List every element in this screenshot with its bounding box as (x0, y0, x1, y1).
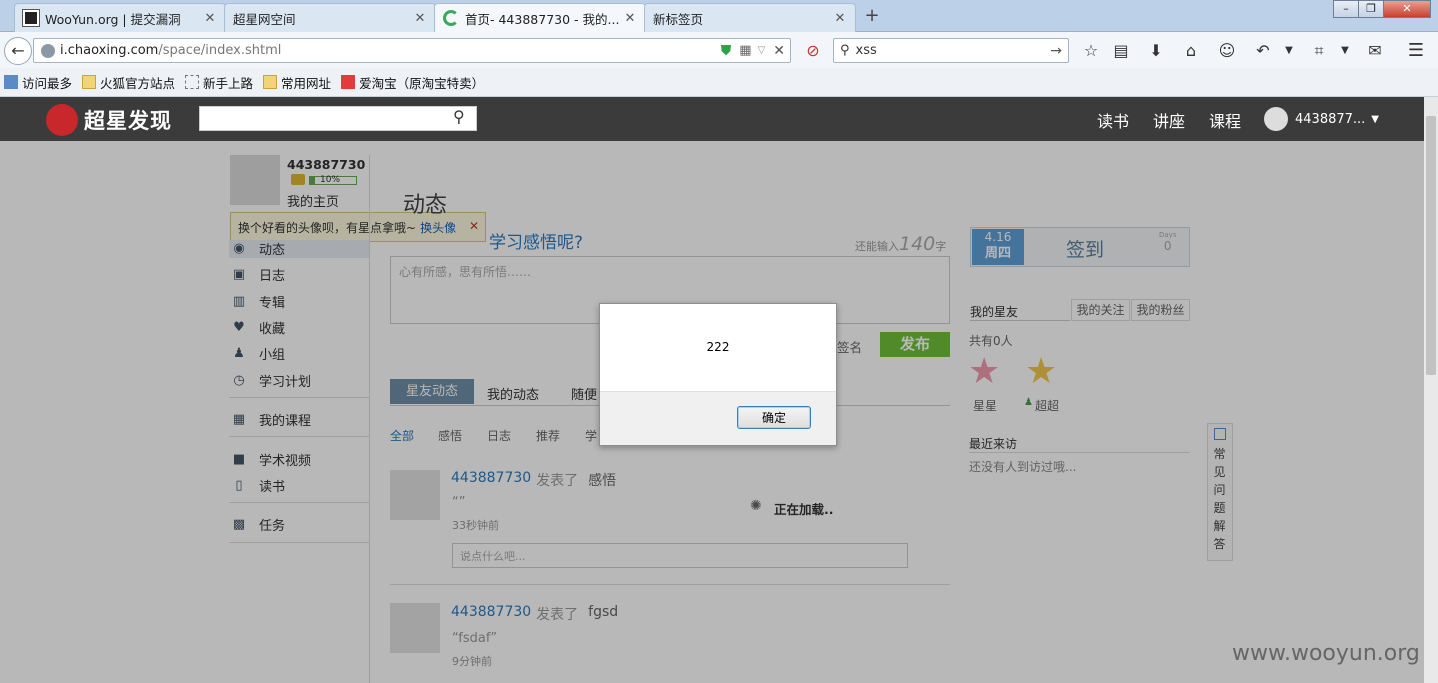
site-logo[interactable]: 超星发现 (46, 104, 172, 136)
site-search-icon[interactable]: ⚲ (453, 107, 465, 126)
taobao-icon (341, 75, 356, 89)
bookmarks-bar: 访问最多 火狐官方站点 新手上路 常用网址 爱淘宝（原淘宝特卖） (0, 68, 1438, 97)
home-icon[interactable]: ⌂ (1180, 40, 1202, 62)
back-arrow-icon[interactable]: ← (4, 37, 32, 65)
alert-dialog: 222 确定 (599, 303, 837, 446)
bookmark-label: 访问最多 (22, 75, 73, 91)
chaoxing-logo-icon (46, 104, 78, 136)
search-input-value: xss (855, 43, 877, 58)
bookmark-firefox-site[interactable]: 火狐官方站点 (82, 73, 175, 92)
wooyun-favicon-icon (23, 10, 39, 26)
chevron-down-icon: ▼ (1371, 113, 1379, 125)
close-tab-icon[interactable]: ✕ (833, 11, 847, 26)
address-bar[interactable]: i.chaoxing.com/space/index.shtml ⛊ ▦ ▽ ✕ (33, 38, 791, 63)
tab-title: WooYun.org | 提交漏洞 (45, 11, 181, 27)
tab-wooyun[interactable]: WooYun.org | 提交漏洞 ✕ (14, 3, 226, 32)
tab-chaoxing-space[interactable]: 超星网空间 ✕ (224, 3, 436, 32)
download-icon[interactable]: ⬇ (1145, 40, 1167, 62)
bookmark-star-icon[interactable]: ☆ (1080, 40, 1102, 62)
stop-icon[interactable]: ✕ (773, 43, 785, 59)
crop-icon[interactable]: ⌗ (1308, 40, 1330, 62)
chat-icon[interactable]: ☺ (1216, 40, 1238, 62)
user-menu[interactable]: 4438877... ▼ (1264, 107, 1379, 131)
site-header: 超星发现 ⚲ 读书 讲座 课程 4438877... ▼ (0, 97, 1424, 141)
folder-icon (263, 75, 278, 89)
user-avatar (1264, 107, 1288, 131)
qrcode-icon[interactable]: ▦ (739, 43, 751, 58)
close-tab-icon[interactable]: ✕ (623, 11, 637, 26)
tab-title: 首页- 443887730 - 我的... (465, 11, 620, 27)
alert-footer: 确定 (600, 391, 836, 445)
minimize-button[interactable]: – (1333, 0, 1359, 18)
loading-spinner-icon (443, 10, 459, 26)
nav-reading[interactable]: 读书 (1097, 108, 1129, 132)
bookmark-label: 火狐官方站点 (100, 75, 176, 91)
url-path: /space/index.shtml (158, 43, 282, 58)
new-tab-plus-icon[interactable]: + (862, 6, 882, 26)
search-icon: ⚲ (840, 43, 850, 58)
scrollbar-thumb[interactable] (1426, 116, 1436, 375)
globe-icon (41, 43, 55, 58)
bookmark-most-visited[interactable]: 访问最多 (4, 73, 72, 92)
most-visited-icon (4, 75, 18, 89)
adblock-icon[interactable]: ⊘ (802, 40, 824, 62)
undo-icon[interactable]: ↶ (1252, 40, 1274, 62)
bookmark-label: 爱淘宝（原淘宝特卖） (359, 75, 485, 91)
search-bar[interactable]: ⚲ xss → (833, 38, 1069, 63)
site-search-input[interactable] (199, 106, 477, 131)
bookmark-common-urls[interactable]: 常用网址 (263, 73, 331, 92)
menu-hamburger-icon[interactable]: ☰ (1405, 40, 1427, 62)
tab-title: 新标签页 (653, 11, 704, 27)
maximize-button[interactable]: ❐ (1358, 0, 1384, 18)
undo-dropdown-icon[interactable]: ▼ (1278, 40, 1300, 62)
tab-bar: WooYun.org | 提交漏洞 ✕ 超星网空间 ✕ 首页- 44388773… (0, 0, 1438, 32)
tab-new[interactable]: 新标签页 ✕ (644, 3, 856, 32)
bookmark-getting-started[interactable]: 新手上路 (185, 73, 253, 92)
dropdown-arrow-icon[interactable]: ▽ (758, 45, 766, 56)
watermark-text: www.wooyun.org (1232, 641, 1420, 666)
bookmark-ai-taobao[interactable]: 爱淘宝（原淘宝特卖） (341, 73, 484, 92)
nav-lectures[interactable]: 讲座 (1153, 108, 1185, 132)
comment-icon[interactable]: ✉ (1364, 40, 1386, 62)
tab-title: 超星网空间 (233, 11, 296, 27)
tab-home-active[interactable]: 首页- 443887730 - 我的... ✕ (434, 3, 646, 32)
user-name: 4438877... (1295, 111, 1366, 127)
bookmark-label: 新手上路 (203, 75, 254, 91)
logo-text: 超星发现 (84, 109, 172, 133)
folder-icon (82, 75, 97, 89)
nav-courses[interactable]: 课程 (1209, 108, 1241, 132)
shield-icon[interactable]: ⛊ (721, 43, 732, 59)
close-window-button[interactable]: ✕ (1383, 0, 1431, 18)
page-icon (185, 75, 200, 89)
url-domain: i.chaoxing.com (60, 43, 159, 58)
ok-button[interactable]: 确定 (737, 406, 811, 429)
reading-list-icon[interactable]: ▤ (1110, 40, 1132, 62)
search-go-arrow-icon[interactable]: → (1050, 43, 1062, 59)
bookmark-label: 常用网址 (281, 75, 332, 91)
close-tab-icon[interactable]: ✕ (413, 11, 427, 26)
close-tab-icon[interactable]: ✕ (203, 11, 217, 26)
crop-dropdown-icon[interactable]: ▼ (1334, 40, 1356, 62)
alert-message: 222 (706, 340, 730, 354)
